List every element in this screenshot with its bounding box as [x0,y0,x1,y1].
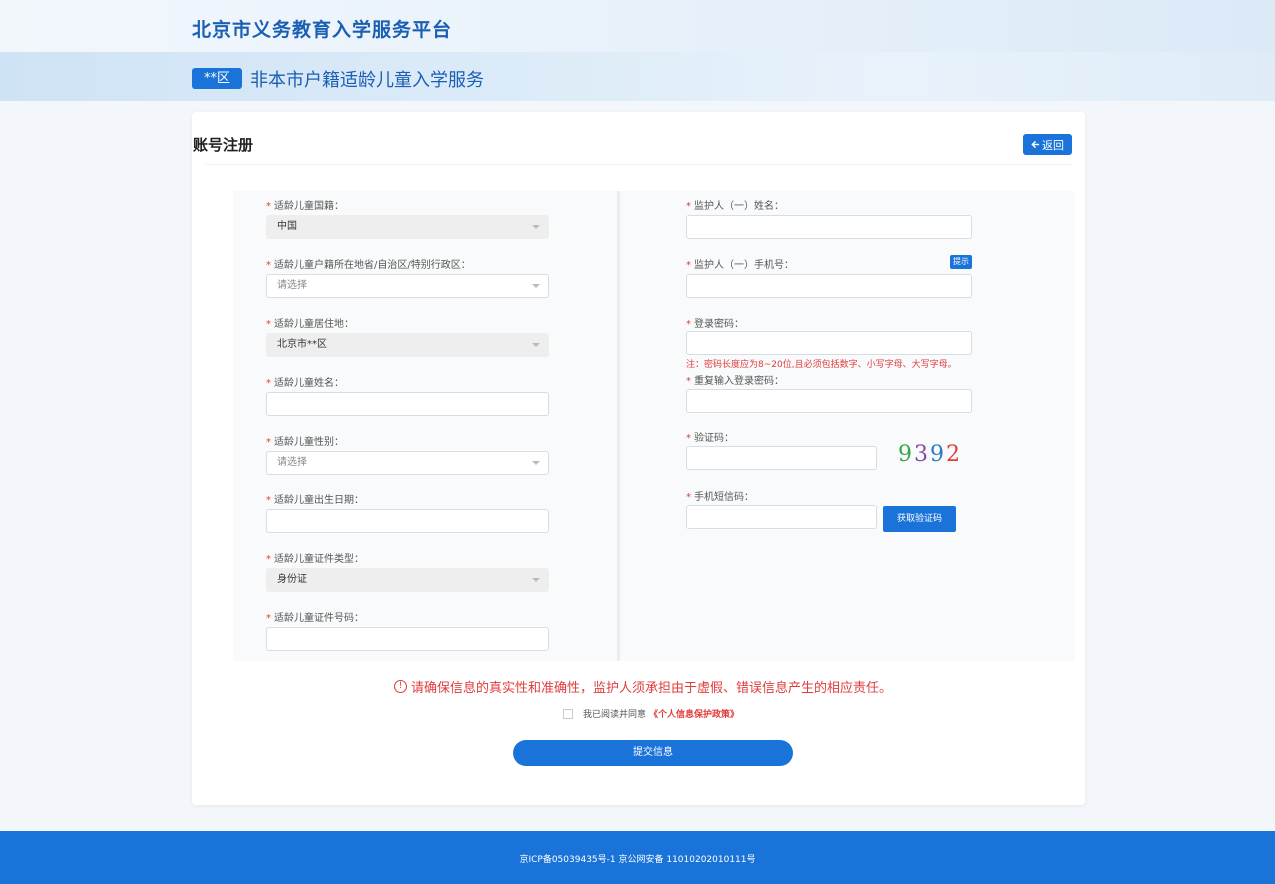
required-mark: * [686,433,691,444]
required-mark: * [686,492,691,503]
id-number-label: * 适龄儿童证件号码： [266,613,364,624]
huji-province-label: * 适龄儿童户籍所在地省/自治区/特别行政区： [266,260,471,271]
required-mark: * [266,201,271,212]
icp-record: 京ICP备05039435号-1 京公网安备 11010202010111号 [519,855,756,865]
captcha-input[interactable] [686,446,877,470]
back-button[interactable]: 返回 [1023,134,1072,155]
required-mark: * [266,495,271,506]
phone-hint-button[interactable]: 提示 [950,255,972,269]
privacy-policy-link[interactable]: 《个人信息保护政策》 [649,707,739,720]
password-confirm-input[interactable] [686,389,972,413]
password-label: * 登录密码： [686,319,744,330]
chevron-down-icon [532,461,540,465]
site-title[interactable]: 北京市义务教育入学服务平台 [192,15,452,42]
chevron-down-icon [532,343,540,347]
required-mark: * [266,613,271,624]
required-mark: * [266,319,271,330]
agreement-row: 我已阅读并同意 《个人信息保护政策》 [563,707,739,720]
gender-label: * 适龄儿童性别： [266,437,344,448]
sms-code-label: * 手机短信码： [686,492,754,503]
huji-province-select[interactable]: 请选择 [266,274,549,298]
nationality-label: * 适龄儿童国籍： [266,201,344,212]
accuracy-warning: ! 请确保信息的真实性和准确性，监护人须承担由于虚假、错误信息产生的相应责任。 [394,677,892,696]
sms-code-input[interactable] [686,505,877,529]
nationality-select[interactable]: 中国 [266,215,549,239]
birthdate-label: * 适龄儿童出生日期： [266,495,364,506]
arrow-left-icon [1031,140,1040,149]
page-title: 账号注册 [193,136,254,154]
captcha-image[interactable]: 9392 [898,442,970,474]
id-number-input[interactable] [266,627,549,651]
required-mark: * [266,554,271,565]
required-mark: * [686,201,691,212]
warning-text: 请确保信息的真实性和准确性，监护人须承担由于虚假、错误信息产生的相应责任。 [411,681,893,696]
district-badge: **区 [192,68,242,89]
captcha-label: * 验证码： [686,433,734,444]
chevron-down-icon [532,225,540,229]
service-title: 非本市户籍适龄儿童入学服务 [250,70,484,91]
required-mark: * [686,319,691,330]
chevron-down-icon [532,284,540,288]
agree-text: 我已阅读并同意 [583,710,647,720]
required-mark: * [686,376,691,387]
required-mark: * [266,260,271,271]
info-circle-icon: ! [394,680,407,693]
child-name-input[interactable] [266,392,549,416]
guardian-name-label: * 监护人（一）姓名： [686,201,784,212]
password-rule-note: 注：密码长度应为8~20位,且必须包括数字、小写字母、大写字母。 [686,360,957,370]
required-mark: * [686,260,691,271]
agree-checkbox[interactable] [563,708,573,719]
id-type-select[interactable]: 身份证 [266,568,549,592]
chevron-down-icon [532,578,540,582]
residence-select[interactable]: 北京市**区 [266,333,549,357]
column-separator [617,191,620,661]
get-sms-code-button[interactable]: 获取验证码 [883,506,956,532]
guardian-phone-label: * 监护人（一）手机号： [686,260,794,271]
residence-label: * 适龄儿童居住地： [266,319,354,330]
birthdate-input[interactable] [266,509,549,533]
child-name-label: * 适龄儿童姓名： [266,378,344,389]
back-button-label: 返回 [1042,138,1064,152]
gender-select[interactable]: 请选择 [266,451,549,475]
id-type-label: * 适龄儿童证件类型： [266,554,364,565]
password-input[interactable] [686,331,972,355]
guardian-phone-input[interactable] [686,274,972,298]
required-mark: * [266,378,271,389]
password-confirm-label: * 重复输入登录密码： [686,376,784,387]
title-divider [205,164,1073,165]
required-mark: * [266,437,271,448]
submit-button[interactable]: 提交信息 [513,740,793,766]
guardian-name-input[interactable] [686,215,972,239]
